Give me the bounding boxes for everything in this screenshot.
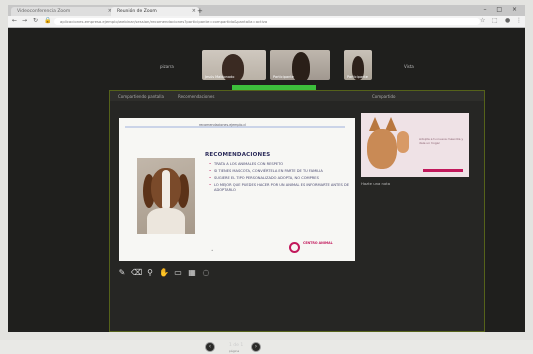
dog-chest (147, 208, 185, 234)
participant-video[interactable]: Jesús Maldonado (202, 50, 266, 80)
presentation-slide: recomendaciones.ejemplo.cl RECOMENDACION… (119, 118, 355, 261)
cat-figure (367, 129, 397, 169)
participant-name: Jesús Maldonado (205, 75, 235, 79)
slide-title: RECOMENDACIONES (205, 152, 271, 158)
right-label: Vista (404, 64, 414, 69)
thumbnail-bar (423, 169, 463, 172)
left-label: pizarra (160, 64, 174, 69)
image-icon[interactable]: ▦ (187, 268, 197, 278)
panel-header: Compartiendo pantalla Recomendaciones Co… (110, 91, 484, 101)
participant-video[interactable]: Participante (344, 50, 372, 80)
more-icon[interactable]: ◌ (201, 268, 211, 278)
tab-label: Reunión de Zoom (117, 9, 157, 14)
comment-icon[interactable]: ▭ (173, 268, 183, 278)
recommendation-list: TRATA A LOS ANIMALES CON RESPETO SI TIEN… (209, 162, 349, 195)
list-item: TRATA A LOS ANIMALES CON RESPETO (209, 162, 349, 167)
participant-avatar (292, 52, 310, 80)
back-icon[interactable]: ← (12, 17, 17, 24)
list-item: SI TIENES MASCOTA, CONVIÉRTELA EN PARTE … (209, 169, 349, 174)
star-icon[interactable]: ☆ (480, 17, 485, 24)
shared-screen-panel: Compartiendo pantalla Recomendaciones Co… (109, 90, 485, 332)
panel-tab[interactable]: Recomendaciones (178, 94, 214, 99)
side-caption: Hazte una nota (361, 181, 391, 186)
side-slide-thumbnail[interactable]: Adopta a tu nueva mascota y dale un hoga… (361, 113, 469, 177)
logo-icon (289, 242, 300, 253)
search-icon[interactable]: ⚲ (145, 268, 155, 278)
window-controls-icon[interactable]: – □ × (483, 6, 521, 13)
list-item: SUGIERE EL TIPO PERSONALIZADO ADOPTA, NO… (209, 176, 349, 181)
dog-blaze (162, 170, 170, 210)
address-bar: ← → ↻ 🔒 aplicaciones.empresa.ejemplo/web… (8, 16, 525, 28)
page-sub-label: página (229, 349, 240, 353)
screen: Videoconferencia Zoom × Reunión de Zoom … (0, 0, 533, 353)
profile-icon[interactable]: ● (505, 17, 510, 24)
next-page-button[interactable]: › (251, 342, 261, 352)
pen-icon[interactable]: ✎ (117, 268, 127, 278)
page-indicator: 1 de 1 (229, 343, 244, 348)
slide-header-link[interactable]: recomendaciones.ejemplo.cl (199, 123, 246, 127)
lock-icon: 🔒 (44, 17, 52, 24)
slide-bullet: • (211, 248, 214, 253)
prev-page-button[interactable]: ‹ (205, 342, 215, 352)
forward-icon[interactable]: → (22, 17, 27, 24)
new-tab-icon[interactable]: + (197, 7, 203, 15)
panel-tab[interactable]: Compartiendo pantalla (118, 94, 164, 99)
logo-text: CENTRO ANIMAL (303, 241, 333, 245)
dog-photo (137, 158, 195, 234)
url-field[interactable]: aplicaciones.empresa.ejemplo/webinar/ses… (54, 18, 480, 25)
panel-right-label: Compartido (372, 94, 396, 99)
hand-icon[interactable]: ✋ (159, 268, 169, 278)
menu-icon[interactable]: ⋮ (516, 17, 522, 24)
browser-tab-active[interactable]: Reunión de Zoom × (111, 7, 199, 16)
extension-icon[interactable]: ⬚ (492, 17, 498, 24)
close-icon[interactable]: × (192, 7, 196, 16)
meeting-area: pizarra Vista Jesús Maldonado Participan… (8, 28, 525, 353)
tab-label: Videoconferencia Zoom (17, 9, 71, 14)
participant-name: Participante (347, 75, 368, 79)
thumbnail-text: Adopta a tu nueva mascota y dale un hoga… (419, 137, 464, 145)
participant-name: Participante (273, 75, 294, 79)
eraser-icon[interactable]: ⌫ (131, 268, 142, 278)
list-item: LO MEJOR QUE PUEDES HACER POR UN ANIMAL … (209, 183, 349, 193)
cat-paw (397, 131, 409, 153)
participant-video[interactable]: Participante (270, 50, 330, 80)
reload-icon[interactable]: ↻ (33, 17, 38, 24)
browser-tab[interactable]: Videoconferencia Zoom × (11, 7, 115, 16)
